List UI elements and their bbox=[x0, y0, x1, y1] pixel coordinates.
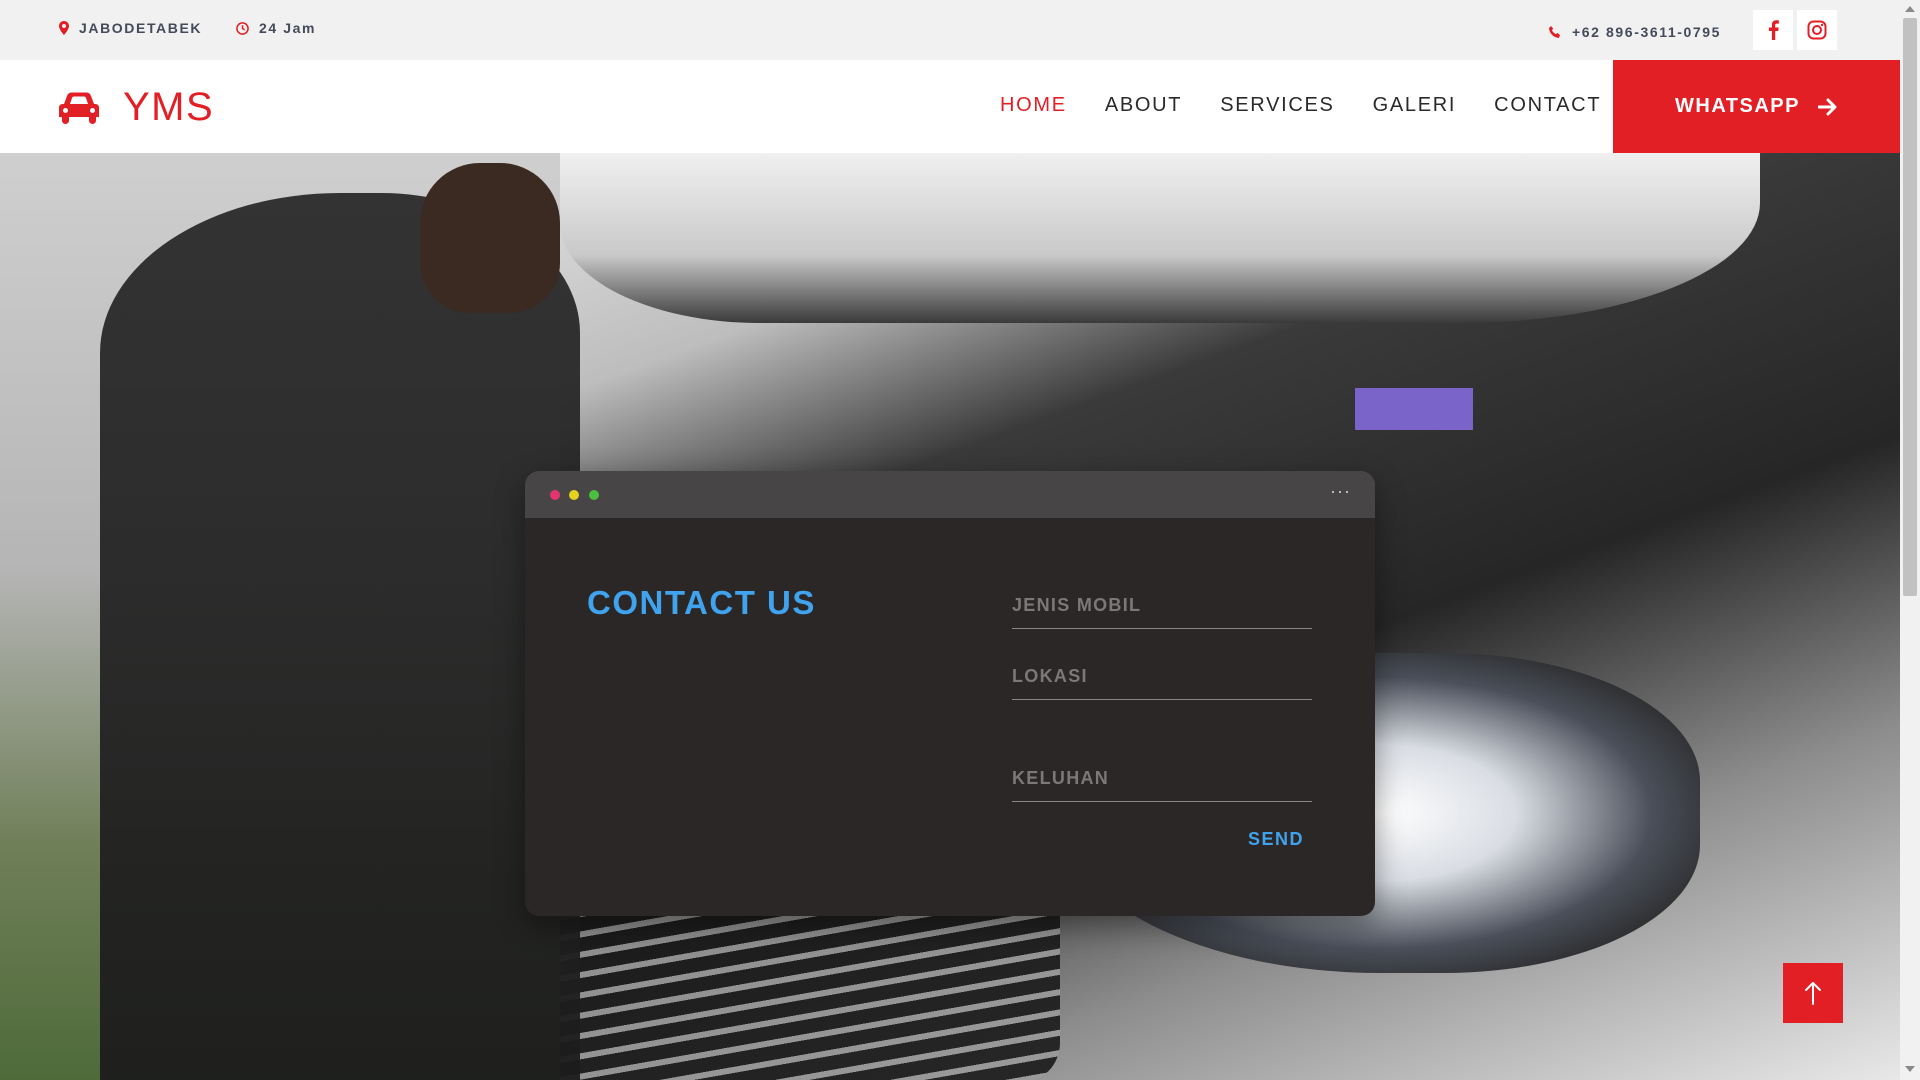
contact-title: CONTACT US bbox=[587, 584, 816, 621]
nav-links: HOME ABOUT SERVICES GALERI CONTACT bbox=[1000, 94, 1639, 117]
contact-form-card: ··· CONTACT US SEND bbox=[525, 471, 1375, 916]
nav-link-services[interactable]: SERVICES bbox=[1220, 94, 1334, 117]
location-text: JABODETABEK bbox=[79, 20, 203, 36]
window-dot-yellow bbox=[569, 490, 579, 500]
window-dot-red bbox=[550, 490, 560, 500]
keluhan-field-wrapper bbox=[1012, 768, 1312, 802]
brand-name: YMS bbox=[123, 85, 215, 129]
nav-link-contact[interactable]: CONTACT bbox=[1494, 94, 1601, 117]
scroll-up-arrow-icon[interactable] bbox=[1905, 6, 1915, 12]
nav-link-galeri[interactable]: GALERI bbox=[1373, 94, 1457, 117]
scroll-to-top-button[interactable] bbox=[1783, 963, 1843, 1023]
jenis-mobil-input[interactable] bbox=[1012, 595, 1312, 628]
main-navbar: YMS HOME ABOUT SERVICES GALERI CONTACT W… bbox=[0, 60, 1900, 153]
scroll-down-arrow-icon[interactable] bbox=[1905, 1066, 1915, 1072]
page-scrollbar[interactable] bbox=[1900, 0, 1920, 1080]
brand-logo[interactable]: YMS bbox=[59, 85, 214, 130]
card-header: ··· bbox=[525, 471, 1375, 518]
car-icon bbox=[59, 92, 99, 124]
mechanic-shape bbox=[100, 193, 580, 1080]
clock-icon bbox=[236, 21, 249, 35]
mechanic-head-shape bbox=[420, 163, 560, 313]
instagram-link[interactable] bbox=[1797, 10, 1837, 50]
whatsapp-button[interactable]: WHATSAPP bbox=[1613, 60, 1900, 153]
hours-info: 24 Jam bbox=[236, 20, 316, 36]
hours-text: 24 Jam bbox=[259, 20, 317, 36]
phone-icon bbox=[1549, 26, 1560, 38]
send-button[interactable]: SEND bbox=[1248, 829, 1304, 850]
facebook-link[interactable] bbox=[1753, 10, 1793, 50]
phone-text: +62 896-3611-0795 bbox=[1572, 24, 1722, 40]
nav-link-home[interactable]: HOME bbox=[1000, 94, 1067, 117]
facebook-icon bbox=[1768, 20, 1779, 40]
phone-info[interactable]: +62 896-3611-0795 bbox=[1548, 24, 1721, 40]
nav-link-about[interactable]: ABOUT bbox=[1105, 94, 1182, 117]
top-info-bar: JABODETABEK 24 Jam +62 896-3611-0795 bbox=[0, 0, 1900, 60]
ellipsis-icon[interactable]: ··· bbox=[1330, 481, 1351, 502]
arrow-right-icon bbox=[1817, 98, 1837, 115]
whatsapp-label: WHATSAPP bbox=[1675, 95, 1800, 117]
keluhan-input[interactable] bbox=[1012, 768, 1312, 801]
window-dot-green bbox=[589, 490, 599, 500]
scrollbar-thumb[interactable] bbox=[1903, 18, 1917, 596]
lokasi-field-wrapper bbox=[1012, 666, 1312, 700]
instagram-icon bbox=[1807, 20, 1827, 40]
map-pin-icon bbox=[59, 21, 69, 35]
location-info: JABODETABEK bbox=[59, 20, 202, 36]
lokasi-input[interactable] bbox=[1012, 666, 1312, 699]
jenis-mobil-field-wrapper bbox=[1012, 595, 1312, 629]
car-hood-shape bbox=[560, 153, 1760, 323]
engine-display-shape bbox=[1355, 388, 1473, 430]
arrow-up-icon bbox=[1805, 982, 1821, 1005]
